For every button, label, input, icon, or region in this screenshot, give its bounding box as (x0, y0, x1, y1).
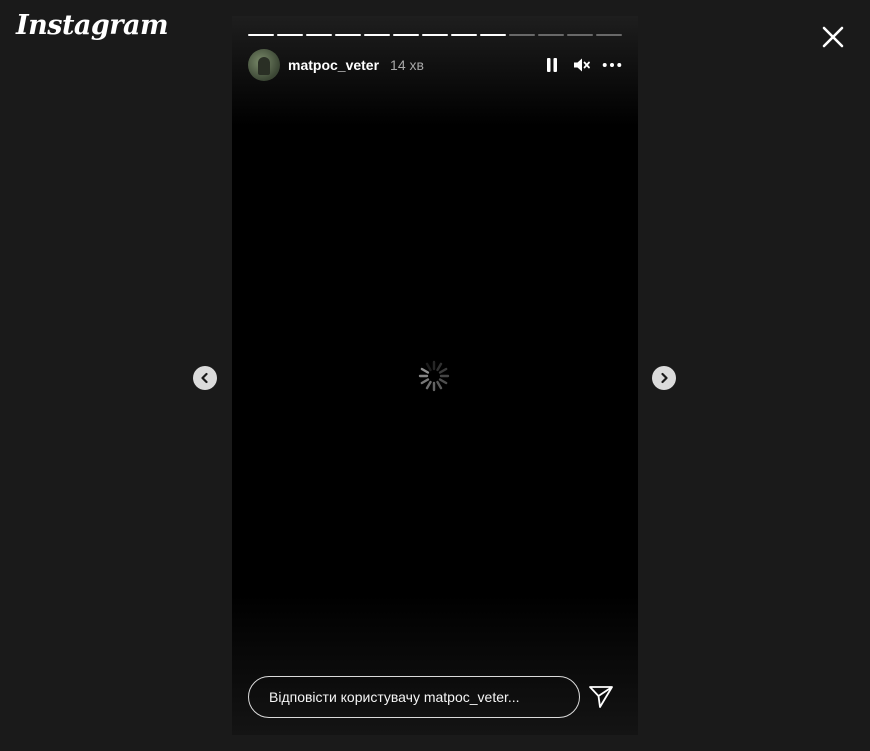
progress-segment (567, 34, 593, 36)
progress-segment (538, 34, 564, 36)
loading-spinner-icon (418, 360, 450, 392)
progress-segment (393, 34, 419, 36)
progress-segment (451, 34, 477, 36)
progress-segment (480, 34, 506, 36)
username[interactable]: matpoc_veter (288, 57, 379, 73)
muted-speaker-icon (574, 58, 590, 72)
progress-segment (509, 34, 535, 36)
reply-input[interactable] (249, 677, 559, 717)
progress-segment (596, 34, 622, 36)
progress-segment (422, 34, 448, 36)
chevron-left-icon (201, 372, 208, 384)
mute-button[interactable] (572, 55, 592, 75)
avatar[interactable] (248, 49, 280, 81)
progress-segment (248, 34, 274, 36)
send-icon (589, 686, 613, 708)
progress-segment (306, 34, 332, 36)
story-viewer[interactable]: matpoc_veter 14 хв (232, 16, 638, 735)
story-header: matpoc_veter 14 хв (248, 48, 622, 82)
post-time: 14 хв (390, 57, 424, 73)
pause-button[interactable] (542, 55, 562, 75)
progress-segment (364, 34, 390, 36)
more-options-icon (602, 63, 622, 67)
next-story-button[interactable] (652, 366, 676, 390)
instagram-logo[interactable]: Instagram (16, 10, 169, 41)
reply-field[interactable] (248, 676, 580, 718)
pause-icon (547, 58, 557, 72)
more-options-button[interactable] (602, 55, 622, 75)
progress-segment (277, 34, 303, 36)
progress-segment (335, 34, 361, 36)
send-button[interactable] (588, 684, 614, 710)
close-icon[interactable] (818, 22, 848, 52)
story-progress-bar (248, 34, 622, 36)
chevron-right-icon (661, 372, 668, 384)
previous-story-button[interactable] (193, 366, 217, 390)
